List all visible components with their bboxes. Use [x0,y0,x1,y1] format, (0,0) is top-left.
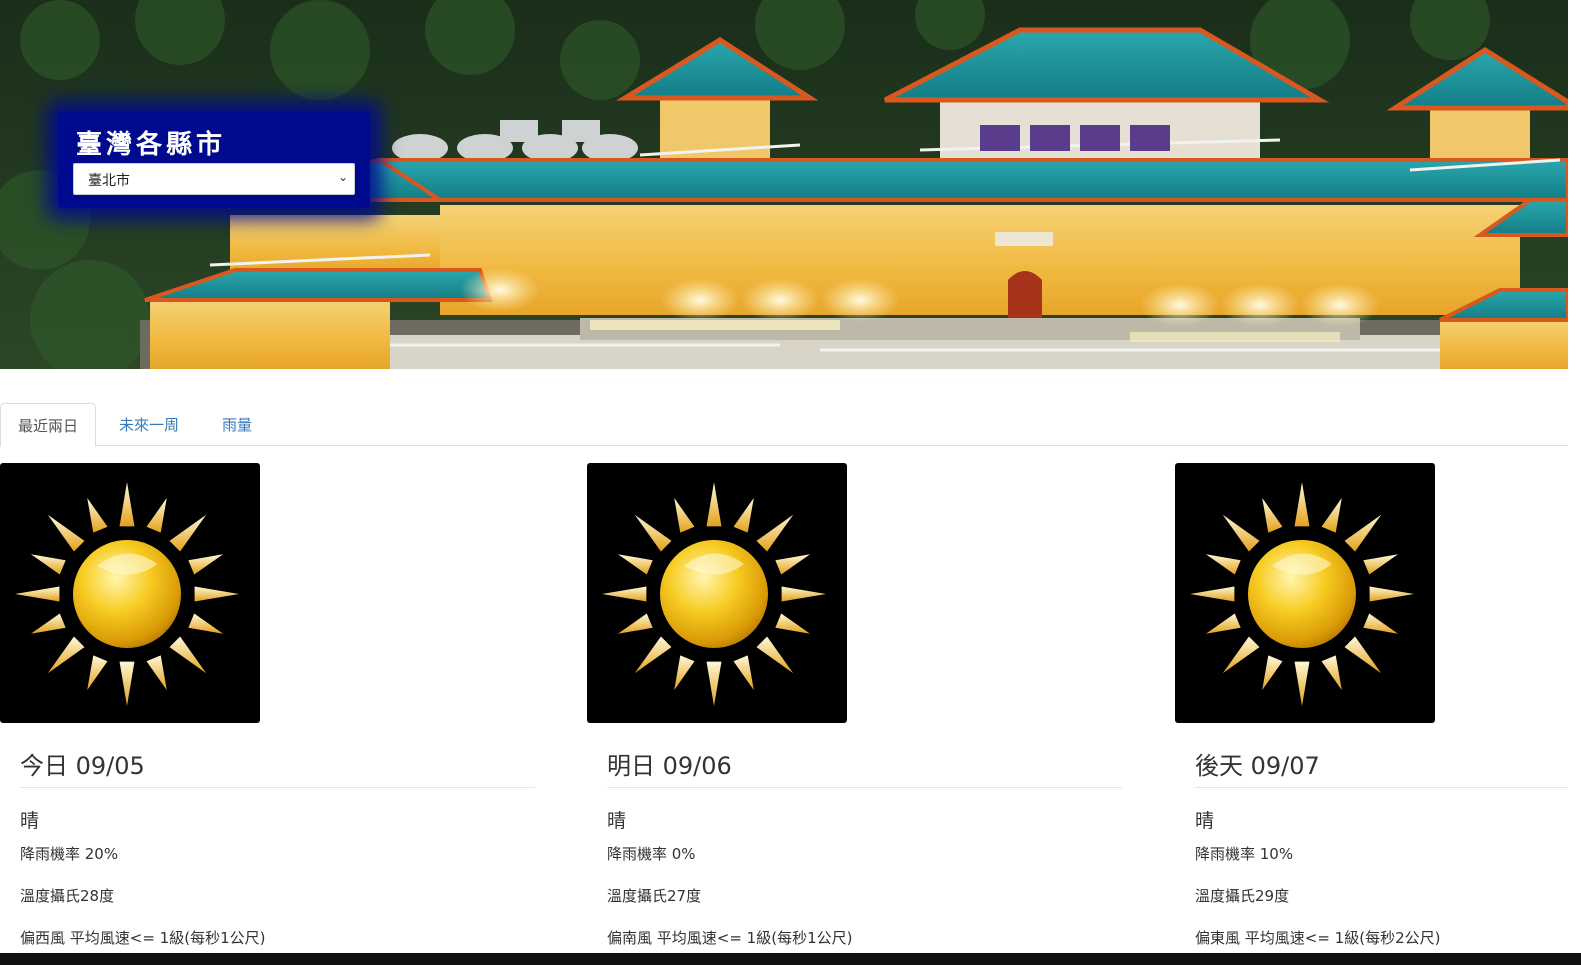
forecast-tabs: 最近兩日 未來一周 雨量 [0,403,1568,447]
hero-banner: 臺灣各縣市 臺北市 ⌄ [0,0,1568,369]
forecast-card-day-after: 後天 09/07 晴 降雨機率 10% 溫度攝氏29度 偏東風 平均風速<= 1… [1175,463,1575,965]
card-date: 明日 09/06 [607,752,732,780]
sun-icon [1175,463,1435,723]
divider [20,787,535,788]
bottom-bar [0,953,1581,965]
card-temperature: 溫度攝氏28度 [20,887,115,905]
forecast-card-today: 今日 09/05 晴 降雨機率 20% 溫度攝氏28度 偏西風 平均風速<= 1… [0,463,560,965]
city-select[interactable]: 臺北市 ⌄ [73,163,355,195]
card-weather: 晴 [1195,810,1215,832]
sun-icon [587,463,847,723]
card-date: 今日 09/05 [20,752,145,780]
card-date: 後天 09/07 [1195,752,1320,780]
card-wind: 偏南風 平均風速<= 1級(每秒1公尺) [607,929,853,947]
divider [1195,787,1575,788]
divider [607,787,1122,788]
card-temperature: 溫度攝氏27度 [607,887,702,905]
page-edge [1568,0,1581,953]
card-temperature: 溫度攝氏29度 [1195,887,1290,905]
tab-rainfall[interactable]: 雨量 [205,403,269,446]
chevron-down-icon: ⌄ [337,170,348,184]
city-selector-title: 臺灣各縣市 [76,130,227,160]
sun-icon [0,463,260,723]
forecast-card-tomorrow: 明日 09/06 晴 降雨機率 0% 溫度攝氏27度 偏南風 平均風速<= 1級… [587,463,1147,965]
card-wind: 偏西風 平均風速<= 1級(每秒1公尺) [20,929,266,947]
city-selector-panel: 臺灣各縣市 臺北市 ⌄ [58,112,370,208]
card-rain-probability: 降雨機率 20% [20,845,119,863]
tab-recent-two-days[interactable]: 最近兩日 [0,403,97,447]
card-rain-probability: 降雨機率 10% [1195,845,1294,863]
tab-next-week[interactable]: 未來一周 [102,403,196,446]
card-wind: 偏東風 平均風速<= 1級(每秒2公尺) [1195,929,1441,947]
card-weather: 晴 [20,810,40,832]
city-select-value: 臺北市 [88,173,130,189]
card-weather: 晴 [607,810,627,832]
card-rain-probability: 降雨機率 0% [607,845,696,863]
